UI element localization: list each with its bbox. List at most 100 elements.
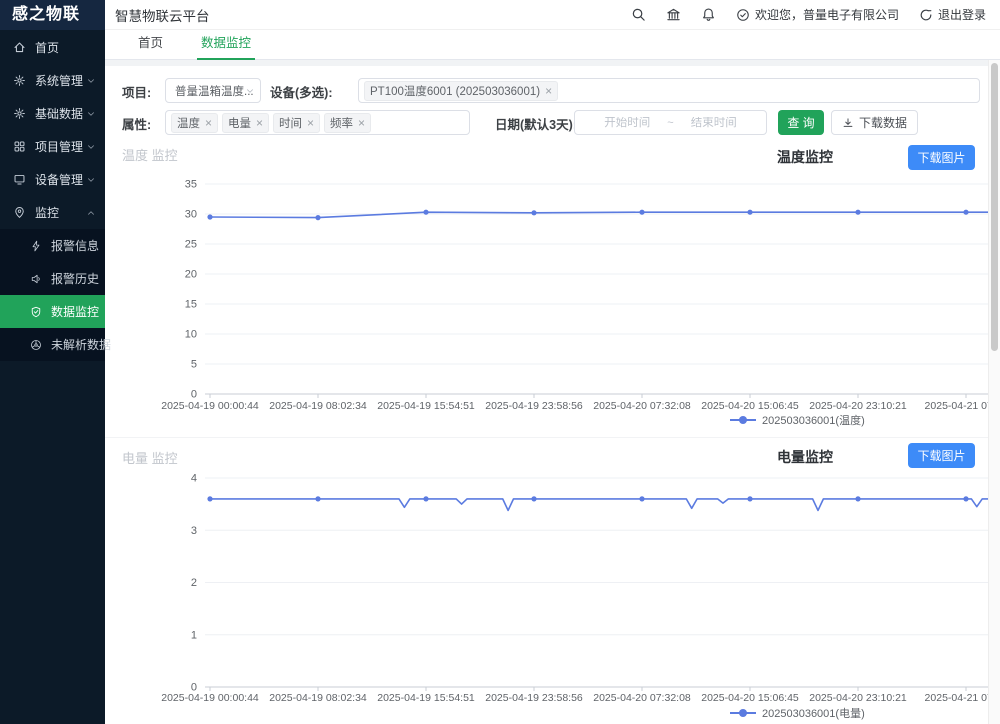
svg-text:3: 3 bbox=[191, 525, 197, 537]
svg-text:2: 2 bbox=[191, 577, 197, 589]
attribute-tag-label: 电量 bbox=[228, 115, 251, 131]
home-icon bbox=[13, 41, 26, 54]
battery-chart[interactable]: 012342025-04-19 00:00:442025-04-19 08:02… bbox=[105, 468, 1000, 724]
vertical-scrollbar bbox=[988, 60, 1000, 724]
sidebar-item-label: 设备管理 bbox=[35, 171, 83, 188]
svg-text:4: 4 bbox=[191, 473, 197, 485]
sidebar-submenu-monitor: 报警信息 报警历史 数据监控 未解析数据 bbox=[0, 229, 105, 361]
remove-tag-icon[interactable]: × bbox=[307, 117, 314, 129]
svg-text:202503036001(温度): 202503036001(温度) bbox=[762, 413, 865, 427]
svg-text:2025-04-19 08:02:34: 2025-04-19 08:02:34 bbox=[269, 400, 367, 412]
sidebar-item-label: 项目管理 bbox=[35, 138, 83, 155]
svg-text:30: 30 bbox=[185, 209, 197, 221]
remove-tag-icon[interactable]: × bbox=[205, 117, 212, 129]
remove-tag-icon[interactable]: × bbox=[358, 117, 365, 129]
welcome-text: 欢迎您，普量电子有限公司 bbox=[755, 6, 899, 23]
attribute-tag: 频率 × bbox=[324, 113, 371, 133]
gear-icon bbox=[13, 107, 26, 120]
search-icon[interactable] bbox=[631, 7, 646, 22]
date-label: 日期(默认3天): bbox=[495, 114, 577, 133]
device-multiselect-input[interactable]: PT100温度6001 (202503036001) × bbox=[358, 78, 980, 103]
svg-text:2025-04-19 00:00:44: 2025-04-19 00:00:44 bbox=[161, 692, 259, 704]
download-data-label: 下载数据 bbox=[859, 114, 907, 131]
svg-text:1: 1 bbox=[191, 629, 197, 641]
date-start-input[interactable] bbox=[591, 117, 663, 129]
attribute-tag: 时间 × bbox=[273, 113, 320, 133]
sidebar-item-label: 报警历史 bbox=[51, 270, 99, 287]
attribute-multiselect-input[interactable]: 温度 × 电量 × 时间 × 频率 × bbox=[165, 110, 470, 135]
tab-home[interactable]: 首页 bbox=[138, 32, 163, 59]
battery-chart-title: 电量监控 bbox=[777, 447, 833, 467]
attribute-tag: 温度 × bbox=[171, 113, 218, 133]
bolt-icon bbox=[30, 240, 42, 252]
sidebar-item-alarm-info[interactable]: 报警信息 bbox=[0, 229, 105, 262]
sidebar-item-label: 监控 bbox=[35, 204, 59, 221]
svg-text:2025-04-19 15:54:51: 2025-04-19 15:54:51 bbox=[377, 400, 475, 412]
device-icon bbox=[13, 173, 26, 186]
temperature-chart[interactable]: 051015202530352025-04-19 00:00:442025-04… bbox=[105, 172, 1000, 424]
svg-text:0: 0 bbox=[191, 389, 197, 401]
project-select[interactable]: 普量温箱温度... bbox=[165, 78, 261, 103]
sidebar-item-label: 未解析数据 bbox=[51, 336, 111, 353]
battery-section-label: 电量 监控 bbox=[122, 448, 178, 467]
app-logo: 感之物联 bbox=[0, 0, 105, 30]
tab-bar: 首页 数据监控 bbox=[105, 30, 1000, 60]
device-label: 设备(多选): bbox=[270, 82, 333, 101]
sidebar: 感之物联 首页 系统管理 基础数据 项目管理 设备管理 监控 bbox=[0, 0, 105, 724]
sidebar-item-monitor[interactable]: 监控 bbox=[0, 196, 105, 229]
svg-text:2025-04-20 15:06:45: 2025-04-20 15:06:45 bbox=[701, 400, 799, 412]
top-header: 智慧物联云平台 欢迎您，普量电子有限公司 退出登录 bbox=[105, 0, 1000, 30]
svg-text:2025-04-20 23:10:21: 2025-04-20 23:10:21 bbox=[809, 692, 907, 704]
chevron-up-icon bbox=[86, 208, 96, 218]
svg-text:2025-04-19 08:02:34: 2025-04-19 08:02:34 bbox=[269, 692, 367, 704]
download-image-button[interactable]: 下载图片 bbox=[908, 443, 975, 468]
date-range-picker[interactable]: ~ bbox=[574, 110, 767, 135]
bank-icon[interactable] bbox=[666, 7, 681, 22]
chevron-down-icon bbox=[86, 142, 96, 152]
sidebar-item-project-mgmt[interactable]: 项目管理 bbox=[0, 130, 105, 163]
logout-button[interactable]: 退出登录 bbox=[919, 6, 986, 23]
wheel-icon bbox=[30, 339, 42, 351]
remove-tag-icon[interactable]: × bbox=[256, 117, 263, 129]
tab-data-monitor[interactable]: 数据监控 bbox=[201, 32, 251, 59]
device-tag: PT100温度6001 (202503036001) × bbox=[364, 81, 558, 101]
chevron-down-icon bbox=[86, 109, 96, 119]
temperature-chart-title: 温度监控 bbox=[777, 147, 833, 167]
svg-text:35: 35 bbox=[185, 179, 197, 191]
sidebar-item-label: 数据监控 bbox=[51, 303, 99, 320]
attribute-tag: 电量 × bbox=[222, 113, 269, 133]
svg-text:2025-04-19 00:00:44: 2025-04-19 00:00:44 bbox=[161, 400, 259, 412]
speaker-icon bbox=[30, 273, 42, 285]
attribute-label: 属性: bbox=[122, 114, 151, 133]
shield-check-icon bbox=[30, 306, 42, 318]
date-separator: ~ bbox=[667, 117, 673, 129]
device-tag-label: PT100温度6001 (202503036001) bbox=[370, 83, 540, 99]
sidebar-menu: 首页 系统管理 基础数据 项目管理 设备管理 监控 bbox=[0, 30, 105, 361]
query-button[interactable]: 查 询 bbox=[778, 110, 824, 135]
sidebar-item-unparsed-data[interactable]: 未解析数据 bbox=[0, 328, 105, 361]
pin-icon bbox=[13, 206, 26, 219]
sidebar-item-system-mgmt[interactable]: 系统管理 bbox=[0, 64, 105, 97]
chevron-down-icon bbox=[245, 86, 255, 96]
svg-text:202503036001(电量): 202503036001(电量) bbox=[762, 707, 865, 720]
sidebar-item-basic-data[interactable]: 基础数据 bbox=[0, 97, 105, 130]
date-end-input[interactable] bbox=[678, 117, 750, 129]
project-label: 项目: bbox=[122, 82, 151, 101]
welcome-user[interactable]: 欢迎您，普量电子有限公司 bbox=[736, 6, 899, 23]
grid-icon bbox=[13, 140, 26, 153]
sidebar-item-home[interactable]: 首页 bbox=[0, 31, 105, 64]
download-data-button[interactable]: 下载数据 bbox=[831, 110, 918, 135]
sidebar-item-data-monitor[interactable]: 数据监控 bbox=[0, 295, 105, 328]
sidebar-item-device-mgmt[interactable]: 设备管理 bbox=[0, 163, 105, 196]
attribute-tag-label: 频率 bbox=[330, 115, 353, 131]
scrollbar-thumb[interactable] bbox=[991, 63, 998, 351]
sidebar-item-label: 系统管理 bbox=[35, 72, 83, 89]
svg-text:2025-04-19 23:58:56: 2025-04-19 23:58:56 bbox=[485, 692, 583, 704]
remove-tag-icon[interactable]: × bbox=[545, 85, 552, 97]
download-image-button[interactable]: 下载图片 bbox=[908, 145, 975, 170]
svg-text:2025-04-20 15:06:45: 2025-04-20 15:06:45 bbox=[701, 692, 799, 704]
svg-text:2025-04-19 15:54:51: 2025-04-19 15:54:51 bbox=[377, 692, 475, 704]
sidebar-item-label: 报警信息 bbox=[51, 237, 99, 254]
sidebar-item-alarm-history[interactable]: 报警历史 bbox=[0, 262, 105, 295]
bell-icon[interactable] bbox=[701, 7, 716, 22]
